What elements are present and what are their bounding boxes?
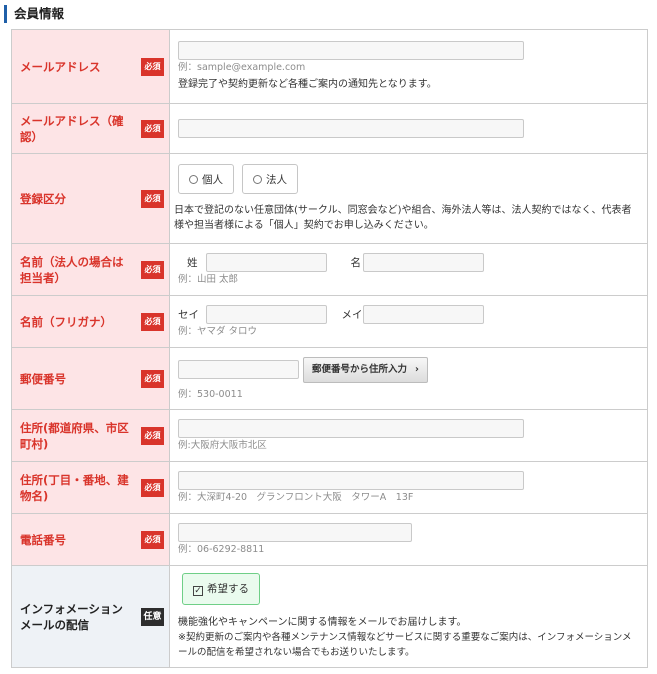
last-kana-input[interactable] bbox=[206, 305, 327, 324]
field-cell-addr2: 例：大深町4-20 グランフロント大阪 タワーA 13F bbox=[169, 461, 648, 514]
required-badge: 必須 bbox=[141, 119, 164, 138]
first-kana-input[interactable] bbox=[362, 305, 484, 324]
email-confirm-input[interactable] bbox=[178, 119, 524, 138]
field-cell-email-confirm bbox=[169, 103, 648, 154]
row-kana: 名前（フリガナ） 必須 セイ メイ 例：ヤマダ タロウ bbox=[11, 295, 648, 348]
zip-hint: 例：530-0011 bbox=[178, 388, 243, 400]
last-name-label: 姓 bbox=[187, 257, 198, 269]
row-zip: 郵便番号 必須 郵便番号から住所入力 › 例：530-0011 bbox=[11, 347, 648, 410]
label-cell-reg-type: 登録区分 必須 bbox=[11, 153, 170, 244]
member-form: メールアドレス 必須 例：sample@example.com 登録完了や契約更… bbox=[11, 29, 648, 668]
required-badge: 必須 bbox=[141, 426, 164, 445]
reg-type-note: 日本で登記のない任意団体(サークル、同窓会など)や組合、海外法人等は、法人契約で… bbox=[174, 205, 632, 231]
row-addr1: 住所(都道府県、市区町村) 必須 例:大阪府大阪市北区 bbox=[11, 409, 648, 462]
field-cell-zip: 郵便番号から住所入力 › 例：530-0011 bbox=[169, 347, 648, 410]
address2-input[interactable] bbox=[178, 471, 524, 490]
phone-hint: 例：06-6292-8811 bbox=[178, 544, 265, 555]
radio-individual-label: 個人 bbox=[202, 174, 223, 186]
field-cell-info-mail: ✓ 希望する 機能強化やキャンペーンに関する情報をメールでお届けします。 ※契約更… bbox=[169, 565, 648, 668]
label-cell-kana: 名前（フリガナ） 必須 bbox=[11, 295, 170, 348]
addr1-hint: 例:大阪府大阪市北区 bbox=[178, 440, 267, 451]
label-phone: 電話番号 bbox=[20, 532, 66, 547]
name-hint: 例：山田 太郎 bbox=[178, 274, 239, 285]
phone-input[interactable] bbox=[178, 523, 412, 542]
addr2-hint: 例：大深町4-20 グランフロント大阪 タワーA 13F bbox=[178, 492, 414, 503]
label-cell-addr1: 住所(都道府県、市区町村) 必須 bbox=[11, 409, 170, 462]
info-mail-note1: 機能強化やキャンペーンに関する情報をメールでお届けします。 bbox=[178, 617, 467, 628]
address1-input[interactable] bbox=[178, 419, 524, 438]
checkbox-checked-icon: ✓ bbox=[193, 586, 203, 596]
label-kana: 名前（フリガナ） bbox=[20, 314, 112, 329]
label-name: 名前（法人の場合は担当者） bbox=[20, 254, 124, 285]
radio-circle-icon bbox=[189, 175, 198, 184]
last-kana-label: セイ bbox=[178, 309, 199, 321]
field-cell-phone: 例：06-6292-8811 bbox=[169, 513, 648, 566]
info-mail-checkbox-label: 希望する bbox=[207, 583, 249, 595]
radio-circle-icon bbox=[253, 175, 262, 184]
required-badge: 必須 bbox=[141, 530, 164, 549]
kana-hint: 例：ヤマダ タロウ bbox=[178, 326, 258, 337]
email-input[interactable] bbox=[178, 41, 524, 60]
email-hint: 例：sample@example.com bbox=[178, 62, 306, 73]
section-title: 会員情報 bbox=[4, 5, 64, 23]
radio-corporate-label: 法人 bbox=[266, 174, 287, 186]
field-cell-addr1: 例:大阪府大阪市北区 bbox=[169, 409, 648, 462]
label-info-mail: インフォメーションメールの配信 bbox=[20, 601, 123, 632]
first-kana-label: メイ bbox=[341, 309, 363, 321]
field-cell-reg-type: 個人 法人 日本で登記のない任意団体(サークル、同窓会など)や組合、海外法人等は、… bbox=[169, 153, 648, 244]
label-zip: 郵便番号 bbox=[20, 371, 66, 386]
label-email-confirm: メールアドレス（確認） bbox=[20, 113, 124, 144]
email-note: 登録完了や契約更新など各種ご案内の通知先となります。 bbox=[178, 79, 437, 90]
zip-input[interactable] bbox=[178, 360, 299, 379]
label-cell-zip: 郵便番号 必須 bbox=[11, 347, 170, 410]
info-mail-checkbox[interactable]: ✓ 希望する bbox=[182, 573, 260, 605]
last-name-input[interactable] bbox=[206, 253, 327, 272]
row-addr2: 住所(丁目・番地、建物名) 必須 例：大深町4-20 グランフロント大阪 タワー… bbox=[11, 461, 648, 514]
field-cell-email: 例：sample@example.com 登録完了や契約更新など各種ご案内の通知… bbox=[169, 29, 648, 104]
label-cell-phone: 電話番号 必須 bbox=[11, 513, 170, 566]
label-addr2: 住所(丁目・番地、建物名) bbox=[20, 472, 129, 503]
row-email-confirm: メールアドレス（確認） 必須 bbox=[11, 103, 648, 154]
label-cell-addr2: 住所(丁目・番地、建物名) 必須 bbox=[11, 461, 170, 514]
radio-individual[interactable]: 個人 bbox=[178, 164, 234, 194]
label-reg-type: 登録区分 bbox=[20, 191, 66, 206]
chevron-right-icon: › bbox=[415, 363, 419, 375]
info-mail-note2: ※契約更新のご案内や各種メンテナンス情報などサービスに関する重要なご案内は、イン… bbox=[178, 632, 632, 658]
label-cell-name: 名前（法人の場合は担当者） 必須 bbox=[11, 243, 170, 296]
required-badge: 必須 bbox=[141, 57, 164, 76]
radio-corporate[interactable]: 法人 bbox=[242, 164, 298, 194]
required-badge: 必須 bbox=[141, 189, 164, 208]
label-addr1: 住所(都道府県、市区町村) bbox=[20, 420, 129, 451]
required-badge: 必須 bbox=[141, 312, 164, 331]
zip-lookup-button[interactable]: 郵便番号から住所入力 › bbox=[303, 356, 428, 383]
first-name-label: 名 bbox=[350, 257, 362, 269]
field-cell-name: 姓 名 例：山田 太郎 bbox=[169, 243, 648, 296]
row-info-mail: インフォメーションメールの配信 任意 ✓ 希望する 機能強化やキャンペーンに関する… bbox=[11, 565, 648, 668]
label-cell-email: メールアドレス 必須 bbox=[11, 29, 170, 104]
required-badge: 必須 bbox=[141, 478, 164, 497]
label-cell-info-mail: インフォメーションメールの配信 任意 bbox=[11, 565, 170, 668]
optional-badge: 任意 bbox=[141, 607, 164, 626]
required-badge: 必須 bbox=[141, 260, 164, 279]
label-cell-email-confirm: メールアドレス（確認） 必須 bbox=[11, 103, 170, 154]
row-name: 名前（法人の場合は担当者） 必須 姓 名 例：山田 太郎 bbox=[11, 243, 648, 296]
row-phone: 電話番号 必須 例：06-6292-8811 bbox=[11, 513, 648, 566]
field-cell-kana: セイ メイ 例：ヤマダ タロウ bbox=[169, 295, 648, 348]
first-name-input[interactable] bbox=[362, 253, 484, 272]
row-reg-type: 登録区分 必須 個人 法人 日本で登記のない任意団体(サークル、同窓会など)や組合… bbox=[11, 153, 648, 244]
zip-lookup-label: 郵便番号から住所入力 bbox=[312, 363, 408, 375]
row-email: メールアドレス 必須 例：sample@example.com 登録完了や契約更… bbox=[11, 29, 648, 104]
label-email: メールアドレス bbox=[20, 59, 101, 74]
required-badge: 必須 bbox=[141, 369, 164, 388]
